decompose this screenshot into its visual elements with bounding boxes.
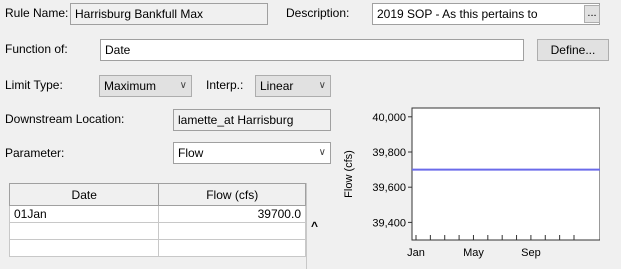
- flow-column-header[interactable]: Flow (cfs): [158, 183, 306, 206]
- date-column-header[interactable]: Date: [8, 183, 160, 206]
- x-tick-label: Jan: [407, 247, 425, 259]
- table-scrollbar[interactable]: ^: [306, 183, 328, 269]
- flow-chart: 40,000 39,800 39,600 39,400 Jan May Sep Flow (c…: [343, 107, 600, 259]
- table-cell-flow[interactable]: 39700.0: [158, 205, 306, 223]
- table-row[interactable]: 01Jan 39700.0: [8, 205, 306, 223]
- limit-type-value: Maximum: [104, 79, 157, 93]
- table-header-row: Date Flow (cfs): [8, 183, 306, 206]
- description-more-button[interactable]: ...: [584, 5, 600, 23]
- downstream-location-label: Downstream Location:: [5, 112, 125, 126]
- limit-table: Date Flow (cfs) 01Jan 39700.0: [8, 183, 306, 257]
- y-tick-label: 39,800: [372, 147, 406, 159]
- interp-label: Interp.:: [206, 78, 244, 92]
- description-field[interactable]: 2019 SOP - As this pertains to: [372, 3, 600, 25]
- table-cell-flow[interactable]: [158, 239, 306, 257]
- downstream-location-field[interactable]: lamette_at Harrisburg: [173, 109, 331, 131]
- parameter-label: Parameter:: [5, 146, 65, 160]
- parameter-value: Flow: [178, 146, 204, 160]
- y-tick-label: 39,400: [372, 217, 406, 229]
- limit-type-label: Limit Type:: [5, 78, 63, 92]
- table-row[interactable]: [8, 239, 306, 257]
- chevron-down-icon: ∨: [179, 80, 187, 91]
- y-tick-label: 40,000: [372, 112, 406, 124]
- table-cell-date[interactable]: 01Jan: [8, 205, 160, 223]
- x-tick-label: Sep: [521, 247, 541, 259]
- define-button[interactable]: Define...: [537, 39, 609, 61]
- x-tick-label: May: [463, 247, 484, 259]
- limit-type-select[interactable]: Maximum ∨: [99, 75, 192, 97]
- plot-area: [411, 107, 600, 241]
- table-row[interactable]: [8, 222, 306, 240]
- chevron-down-icon: ∨: [318, 80, 326, 91]
- interp-select[interactable]: Linear ∨: [255, 75, 331, 97]
- description-label: Description:: [286, 6, 350, 20]
- scroll-up-icon[interactable]: ^: [311, 219, 318, 233]
- y-tick-label: 39,600: [372, 182, 406, 194]
- table-cell-date[interactable]: [8, 239, 160, 257]
- table-cell-flow[interactable]: [158, 222, 306, 240]
- chevron-down-icon: ∨: [318, 147, 326, 158]
- rule-name-field[interactable]: Harrisburg Bankfull Max: [70, 3, 268, 25]
- rule-name-label: Rule Name:: [5, 6, 69, 20]
- function-of-label: Function of:: [5, 42, 68, 56]
- table-cell-date[interactable]: [8, 222, 160, 240]
- interp-value: Linear: [260, 79, 294, 93]
- y-axis-label: Flow (cfs): [343, 150, 355, 198]
- function-of-field[interactable]: Date: [100, 39, 524, 61]
- parameter-select[interactable]: Flow ∨: [173, 142, 331, 164]
